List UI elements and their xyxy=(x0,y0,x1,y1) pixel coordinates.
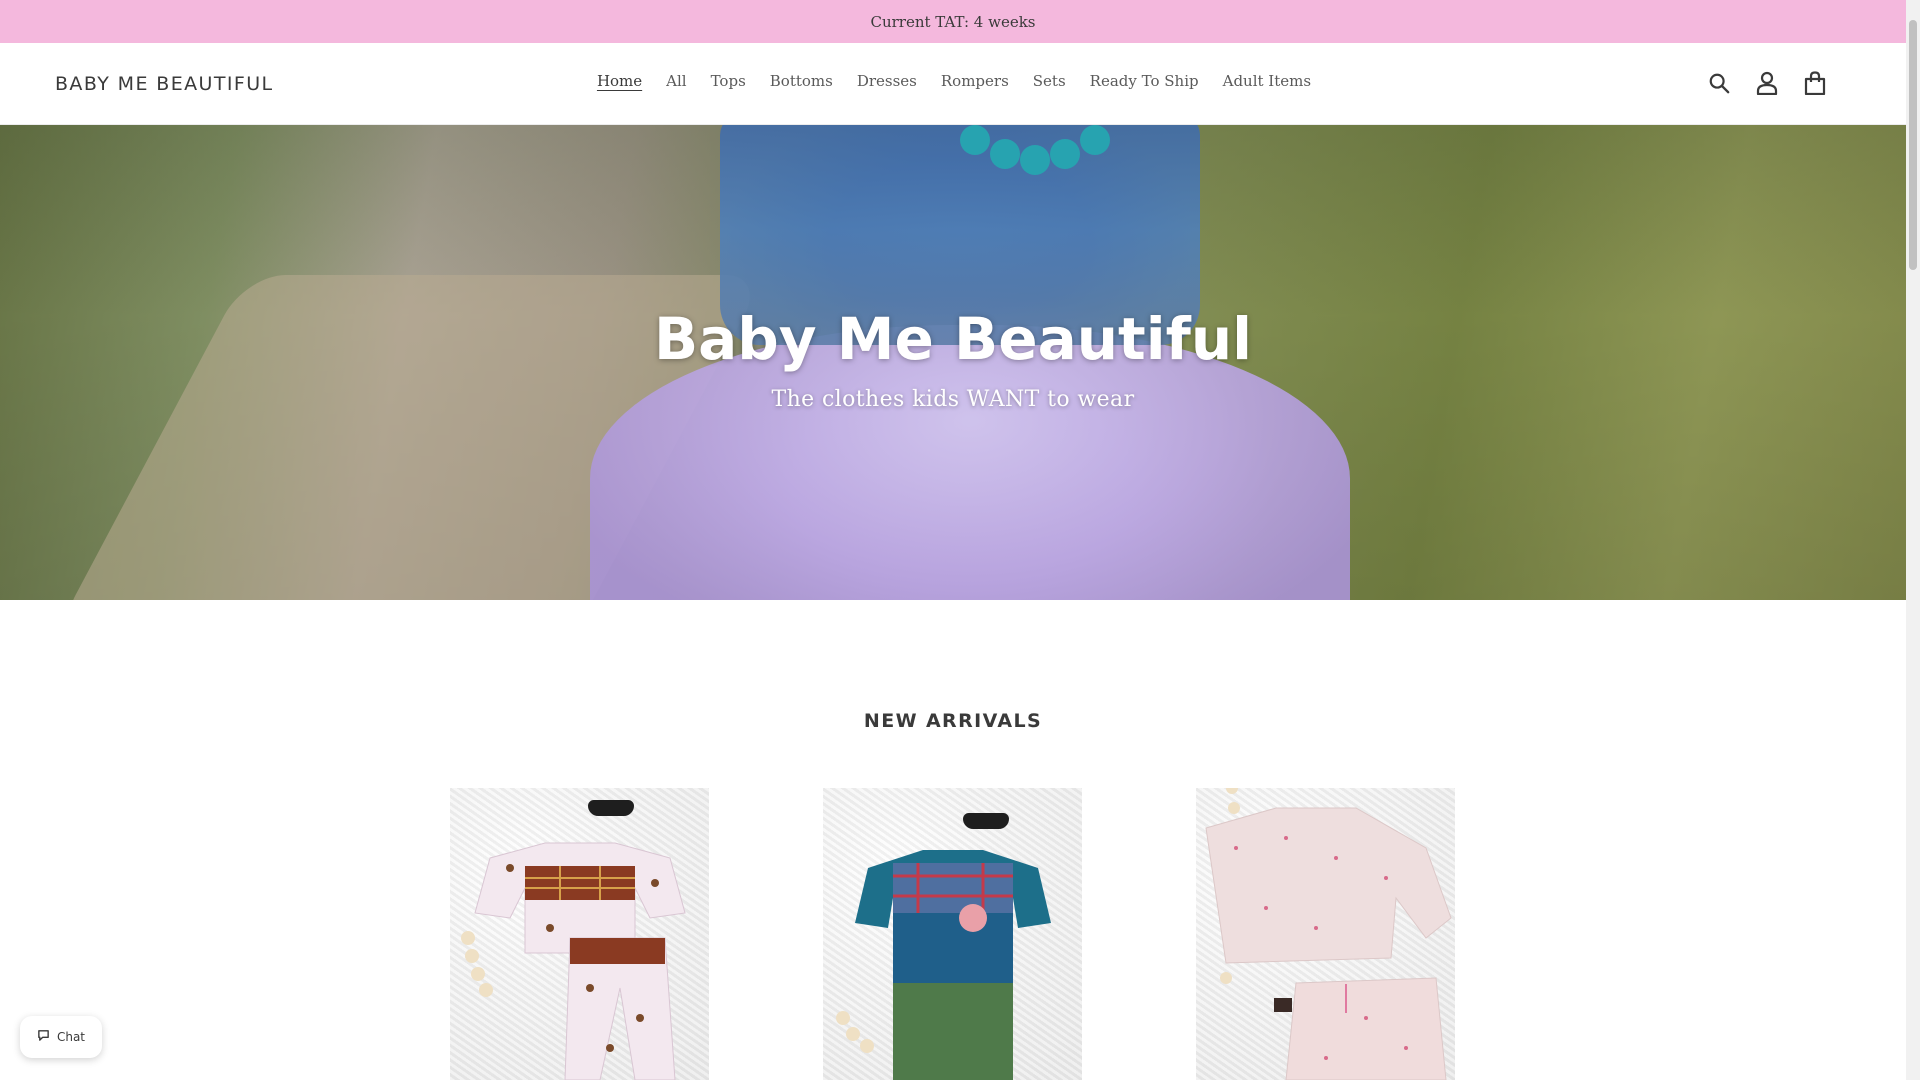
nav-item-sets[interactable]: Sets xyxy=(1021,72,1078,90)
nav-item-rompers[interactable]: Rompers xyxy=(929,72,1021,90)
chat-icon xyxy=(37,1029,50,1045)
hero-necklace-bead xyxy=(1020,145,1050,175)
hero-subtitle: The clothes kids WANT to wear xyxy=(771,387,1135,412)
nav-item-dresses[interactable]: Dresses xyxy=(845,72,929,90)
search-icon[interactable] xyxy=(1706,69,1732,97)
nav-item-all[interactable]: All xyxy=(654,72,698,90)
announcement-bar: Current TAT: 4 weeks xyxy=(0,0,1906,43)
page-scrollbar[interactable] xyxy=(1906,0,1920,1080)
hero-necklace-bead xyxy=(960,125,990,155)
nav-item-ready-to-ship[interactable]: Ready To Ship xyxy=(1078,72,1211,90)
announcement-text: Current TAT: 4 weeks xyxy=(870,12,1036,31)
product-card-image[interactable] xyxy=(450,788,709,1080)
hero-title: Baby Me Beautiful xyxy=(653,305,1253,373)
hero-banner[interactable]: Baby Me Beautiful The clothes kids WANT … xyxy=(0,125,1906,600)
header-actions xyxy=(1706,69,1828,97)
nav-item-bottoms[interactable]: Bottoms xyxy=(758,72,845,90)
product-card-image[interactable] xyxy=(823,788,1082,1080)
chat-label: Chat xyxy=(56,1030,86,1044)
nav-item-home[interactable]: Home xyxy=(585,72,654,90)
cart-icon[interactable] xyxy=(1802,69,1828,97)
scrollbar-thumb[interactable] xyxy=(1909,20,1917,270)
product-image-plaid-dress xyxy=(836,850,1051,1080)
nav-item-adult-items[interactable]: Adult Items xyxy=(1211,72,1323,90)
chat-button[interactable]: Chat xyxy=(20,1016,102,1058)
hero-necklace-bead xyxy=(1080,125,1110,155)
new-arrivals-title: NEW ARRIVALS xyxy=(863,710,1043,732)
product-image-floral-set xyxy=(1205,788,1452,1080)
hero-necklace-bead xyxy=(990,139,1020,169)
account-icon[interactable] xyxy=(1754,69,1780,97)
product-sunglasses-image xyxy=(963,813,1009,829)
main-nav: Home All Tops Bottoms Dresses Rompers Se… xyxy=(0,72,1906,90)
hero-necklace-bead xyxy=(1050,139,1080,169)
product-image-outfit-plaid xyxy=(461,842,686,1080)
product-sunglasses-image xyxy=(588,800,634,816)
site-header: BABY ME BEAUTIFUL Home All Tops Bottoms … xyxy=(0,43,1906,125)
product-card-image[interactable] xyxy=(1196,788,1455,1080)
nav-item-tops[interactable]: Tops xyxy=(699,72,758,90)
